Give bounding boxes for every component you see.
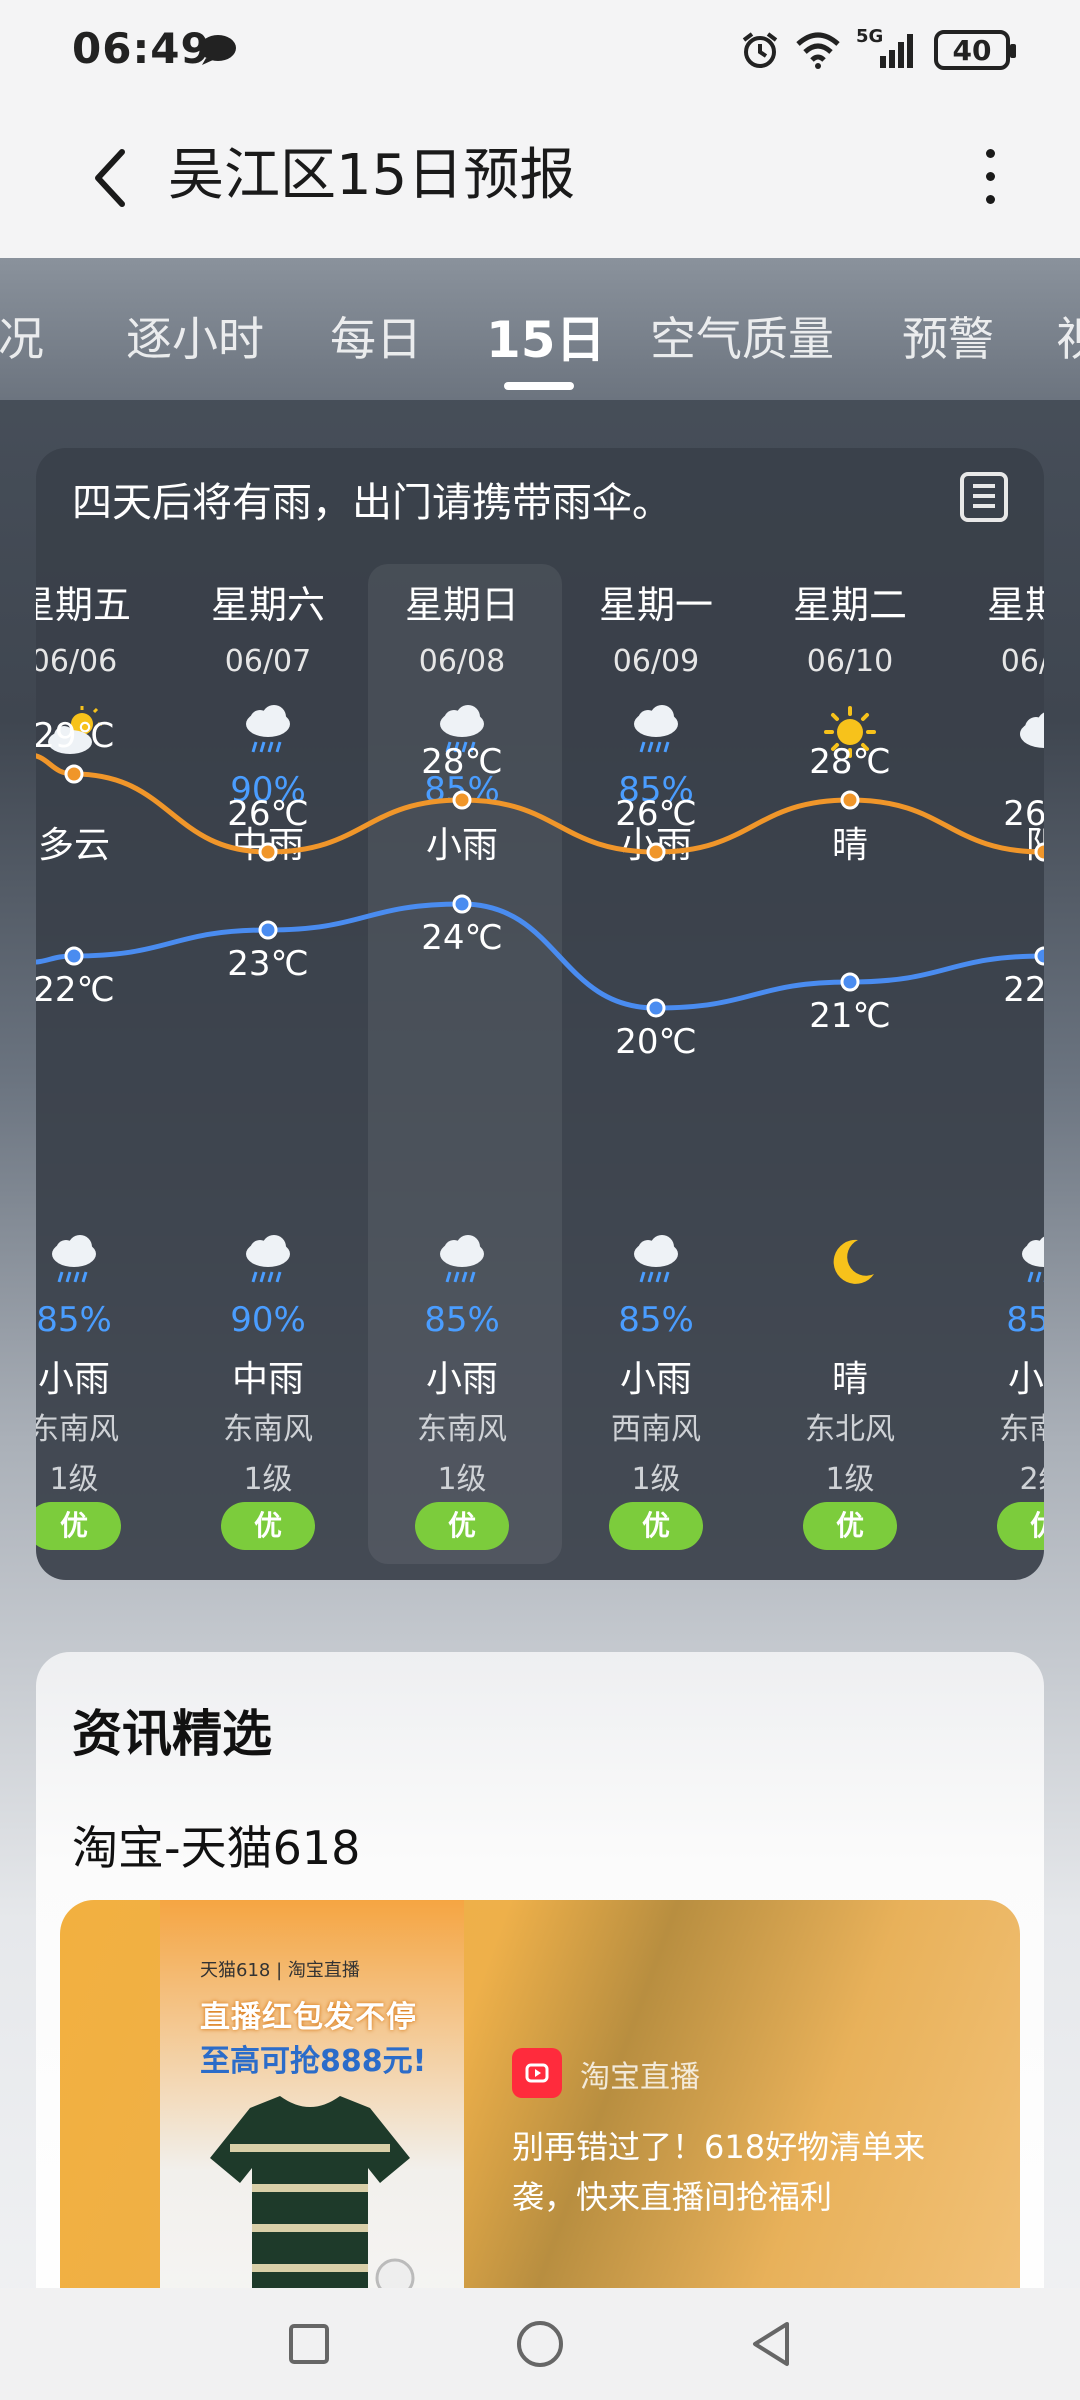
status-bar: 06:49 5G 40: [0, 0, 1080, 100]
low-temp-label: 24℃: [421, 918, 503, 958]
more-dot-icon: [985, 171, 995, 181]
signal-icon: 5G: [856, 26, 920, 70]
low-temp-point: [1034, 946, 1044, 966]
ad-image-subheadline: 至高可抢888元!: [200, 2044, 427, 2079]
high-temp-point: [452, 790, 472, 810]
status-time: 06:49: [72, 24, 211, 73]
high-temp-label: 26℃: [1003, 794, 1044, 834]
app-header: 吴江区15日预报: [0, 100, 1080, 258]
forecast-card[interactable]: 四天后将有雨，出门请携带雨伞。 星期五 06/06 多云 85% 小雨 东南风 …: [36, 448, 1044, 1580]
system-nav-bar: [0, 2288, 1080, 2400]
recent-apps-button[interactable]: [274, 2314, 344, 2374]
high-temp-point: [646, 842, 666, 862]
ad-image-brand-line: 天猫618 | 淘宝直播: [200, 1960, 360, 1981]
low-temp-point: [452, 894, 472, 914]
tab-15day[interactable]: 15日: [486, 300, 606, 372]
low-temp-label: 23℃: [227, 944, 309, 984]
ad-description: 别再错过了！618好物清单来袭，快来直播间抢福利: [512, 2128, 926, 2216]
ad-banner[interactable]: 天猫618 | 淘宝直播 直播红包发不停 至高可抢888元! 淘宝直播 别再错过…: [60, 1900, 1020, 2352]
home-button[interactable]: [505, 2314, 575, 2374]
nav-back-button[interactable]: [736, 2314, 806, 2374]
low-temp-label: 21℃: [809, 996, 891, 1036]
battery-icon: 40: [934, 30, 1016, 70]
ad-brand-name: 淘宝直播: [580, 2060, 700, 2095]
status-icons: 5G 40: [740, 26, 1016, 72]
ad-image: 天猫618 | 淘宝直播 直播红包发不停 至高可抢888元!: [160, 1900, 464, 2352]
high-temp-label: 26℃: [615, 794, 697, 834]
news-item-title[interactable]: 淘宝-天猫618: [72, 1812, 360, 1878]
low-temp-point: [840, 972, 860, 992]
low-temp-point: [258, 920, 278, 940]
circle-icon: [517, 2321, 563, 2367]
low-temp-label: 22℃: [36, 970, 115, 1010]
low-temp-point: [646, 998, 666, 1018]
taobao-live-logo-icon: [512, 2048, 562, 2098]
news-section-title: 资讯精选: [72, 1705, 272, 1763]
active-tab-indicator: [504, 382, 574, 390]
forecast-tabs: 实况 逐小时 每日 15日 空气质量 预警 视: [0, 258, 1080, 400]
triangle-back-icon: [753, 2322, 789, 2366]
high-temp-label: 28℃: [421, 742, 503, 782]
tab-hourly[interactable]: 逐小时: [126, 303, 264, 369]
message-icon: [200, 35, 236, 65]
news-card: 资讯精选 淘宝-天猫618 天猫618 | 淘宝直播 直播红包发不停 至高可抢8…: [36, 1652, 1044, 2352]
high-temp-label: 28℃: [809, 742, 891, 782]
tab-more[interactable]: 视: [1056, 303, 1080, 369]
more-dot-icon: [985, 194, 995, 204]
high-temp-point: [258, 842, 278, 862]
high-temp-label: 29℃: [36, 716, 115, 756]
low-temp-label: 20℃: [615, 1022, 697, 1062]
high-temp-point: [1034, 842, 1044, 862]
tab-realtime[interactable]: 实况: [0, 303, 44, 369]
chevron-left-icon: [95, 149, 125, 207]
square-icon: [289, 2324, 329, 2364]
alarm-icon: [742, 32, 778, 68]
back-button[interactable]: [80, 140, 140, 216]
high-temp-point: [64, 764, 84, 784]
tab-air-quality[interactable]: 空气质量: [650, 303, 834, 369]
ad-image-headline: 直播红包发不停: [200, 2000, 417, 2035]
low-temp-label: 22℃: [1003, 970, 1044, 1010]
low-temp-point: [64, 946, 84, 966]
high-temp-point: [840, 790, 860, 810]
tab-daily[interactable]: 每日: [330, 303, 422, 369]
tab-warnings[interactable]: 预警: [902, 303, 994, 369]
more-options-button[interactable]: [960, 136, 1020, 216]
page-title: 吴江区15日预报: [168, 143, 576, 208]
more-dot-icon: [985, 148, 995, 158]
wifi-icon: [796, 32, 840, 69]
high-temp-label: 26℃: [227, 794, 309, 834]
